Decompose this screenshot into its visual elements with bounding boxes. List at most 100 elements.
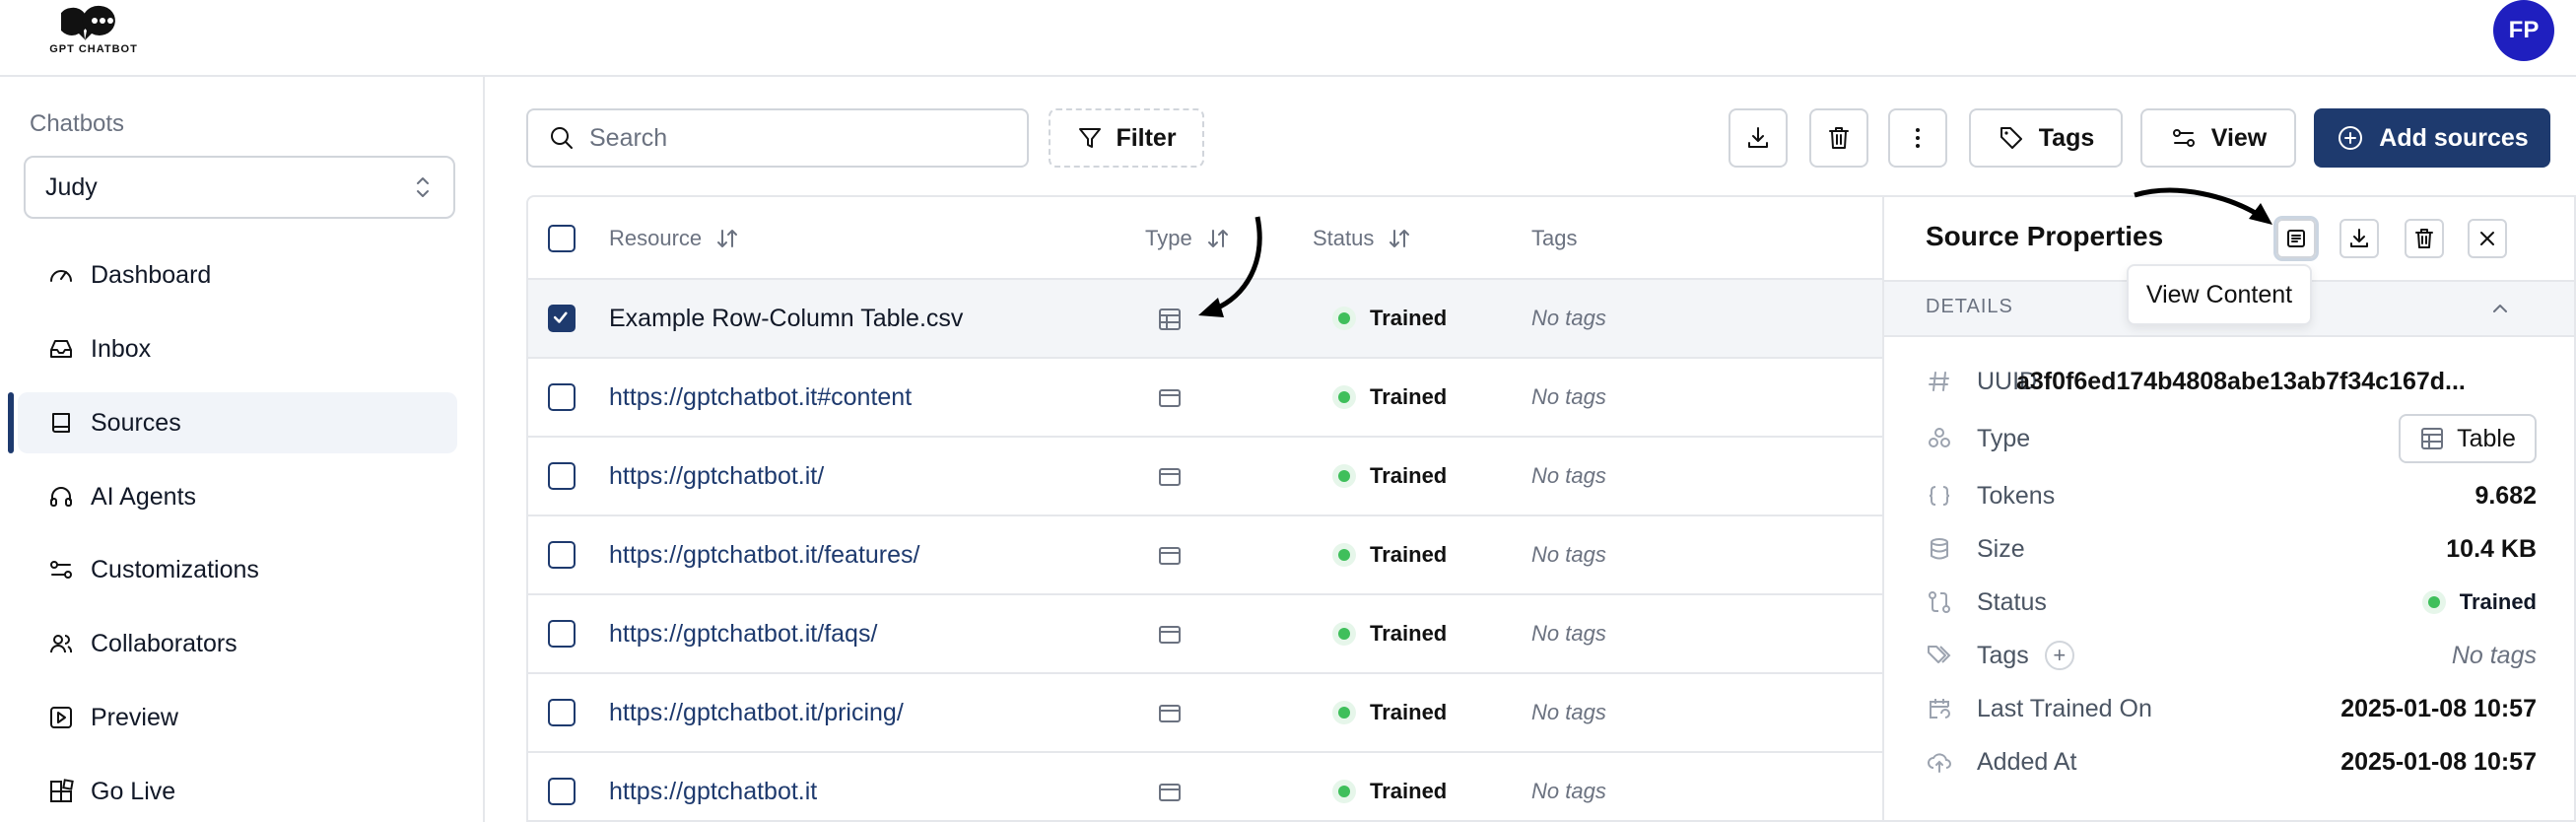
prop-label: Added At	[1977, 747, 2077, 776]
table-row[interactable]: https://gptchatbot.it/ Trained No tags	[528, 438, 1884, 516]
table-row[interactable]: https://gptchatbot.it#content Trained No…	[528, 359, 1884, 438]
add-sources-label: Add sources	[2379, 123, 2529, 152]
delete-button[interactable]	[1809, 108, 1868, 168]
headphones-icon	[50, 487, 72, 507]
check-icon	[553, 311, 568, 323]
search-box[interactable]	[526, 108, 1029, 168]
prop-tags: Tags + No tags	[1926, 629, 2537, 682]
column-header-resource[interactable]: Resource	[609, 197, 739, 280]
panel-download-button[interactable]	[2339, 219, 2379, 258]
gauge-icon	[50, 270, 72, 282]
status-badge: Trained	[1332, 438, 1447, 514]
column-label: Tags	[1531, 226, 1578, 250]
column-header-status[interactable]: Status	[1313, 197, 1411, 280]
table-row[interactable]: Example Row-Column Table.csv Trained No …	[528, 280, 1884, 359]
filter-button[interactable]: Filter	[1049, 108, 1204, 168]
table-row[interactable]: https://gptchatbot.it/pricing/ Trained N…	[528, 674, 1884, 753]
prop-size: Size 10.4 KB	[1926, 522, 2537, 576]
browser-window-icon	[1159, 784, 1181, 801]
status-badge: Trained	[1332, 753, 1447, 820]
status-badge: Trained	[1332, 359, 1447, 436]
last-trained-value: 2025-01-08 10:57	[2340, 694, 2537, 722]
filter-button-label: Filter	[1116, 123, 1177, 152]
row-checkbox[interactable]	[548, 305, 576, 332]
more-vertical-icon	[1916, 128, 1920, 148]
sidebar-item-label: Sources	[91, 408, 181, 437]
browser-window-icon	[1159, 468, 1181, 486]
add-sources-button[interactable]: Add sources	[2314, 108, 2550, 168]
column-label: Type	[1145, 226, 1192, 250]
view-button-label: View	[2210, 123, 2268, 152]
users-icon	[50, 635, 73, 653]
status-text: Trained	[1370, 306, 1448, 330]
cloud-upload-icon	[1928, 753, 1951, 773]
prop-label: Tags	[1977, 641, 2029, 669]
sidebar-item-preview[interactable]: Preview	[18, 687, 457, 748]
select-all-checkbox[interactable]	[548, 225, 576, 252]
tags-cell: No tags	[1531, 463, 1606, 488]
tags-button[interactable]: Tags	[1969, 108, 2123, 168]
row-checkbox[interactable]	[548, 778, 576, 805]
sidebar-item-dashboard[interactable]: Dashboard	[18, 244, 457, 306]
resource-link[interactable]: https://gptchatbot.it/	[609, 438, 824, 514]
view-button[interactable]: View	[2140, 108, 2296, 168]
prop-label: Type	[1977, 424, 2031, 452]
sort-icon	[717, 230, 738, 247]
search-input[interactable]	[589, 123, 1003, 153]
status-badge: Trained	[1332, 595, 1447, 672]
resource-link[interactable]: https://gptchatbot.it/features/	[609, 516, 919, 593]
column-label: Status	[1313, 226, 1375, 250]
resource-link[interactable]: https://gptchatbot.it/faqs/	[609, 595, 877, 672]
tags-cell: No tags	[1531, 384, 1606, 409]
row-checkbox[interactable]	[548, 541, 576, 569]
added-at-value: 2025-01-08 10:57	[2340, 747, 2537, 776]
sidebar-item-inbox[interactable]: Inbox	[18, 318, 457, 379]
download-button[interactable]	[1729, 108, 1788, 168]
trash-icon	[2415, 229, 2433, 248]
sidebar-item-go-live[interactable]: Go Live	[18, 761, 457, 822]
download-icon	[1748, 127, 1768, 148]
tags-icon	[1928, 646, 1951, 663]
add-tag-button[interactable]: +	[2044, 641, 2074, 670]
sidebar-item-sources[interactable]: Sources	[18, 392, 457, 453]
chatbot-select[interactable]: Judy	[24, 156, 455, 219]
sidebar-item-ai-agents[interactable]: AI Agents	[18, 466, 457, 527]
resource-link[interactable]: https://gptchatbot.it	[609, 753, 817, 820]
prop-label: Tokens	[1977, 481, 2056, 510]
row-checkbox[interactable]	[548, 620, 576, 648]
uuid-value[interactable]: a3f0f6ed174b4808abe13ab7f34c167d...	[2016, 368, 2466, 396]
tokens-value: 9.682	[2474, 481, 2537, 510]
more-options-button[interactable]	[1888, 108, 1947, 168]
table-icon	[2421, 428, 2444, 449]
column-header-type[interactable]: Type	[1145, 197, 1230, 280]
prop-label: Status	[1977, 587, 2047, 616]
chatbot-select-value: Judy	[45, 172, 98, 201]
status-text: Trained	[1370, 700, 1448, 724]
column-header-tags: Tags	[1531, 197, 1577, 280]
panel-close-button[interactable]	[2468, 219, 2507, 258]
sort-icon	[1207, 230, 1228, 247]
chevron-up-down-icon	[417, 177, 429, 197]
panel-delete-button[interactable]	[2405, 219, 2444, 258]
user-avatar[interactable]: FP	[2493, 0, 2554, 61]
view-content-button[interactable]	[2276, 219, 2316, 258]
logo-text: GPT CHATBOT	[49, 43, 138, 55]
table-row[interactable]: https://gptchatbot.it Trained No tags	[528, 753, 1884, 820]
browser-window-icon	[1159, 547, 1181, 565]
panel-title: Source Properties	[1926, 221, 2164, 251]
resource-link[interactable]: https://gptchatbot.it/pricing/	[609, 674, 904, 751]
table-row[interactable]: https://gptchatbot.it/faqs/ Trained No t…	[528, 595, 1884, 674]
sidebar-item-collaborators[interactable]: Collaborators	[18, 613, 457, 674]
hash-icon	[1929, 372, 1949, 391]
table-icon	[1159, 308, 1181, 330]
row-checkbox[interactable]	[548, 462, 576, 490]
row-checkbox[interactable]	[548, 383, 576, 411]
row-checkbox[interactable]	[548, 699, 576, 726]
sidebar-item-customizations[interactable]: Customizations	[18, 539, 457, 600]
logo[interactable]: GPT CHATBOT	[39, 4, 148, 59]
sliders-icon	[2172, 129, 2195, 147]
resource-name[interactable]: Example Row-Column Table.csv	[609, 280, 963, 357]
table-row[interactable]: https://gptchatbot.it/features/ Trained …	[528, 516, 1884, 595]
braces-icon	[1929, 486, 1950, 506]
resource-link[interactable]: https://gptchatbot.it#content	[609, 359, 912, 436]
